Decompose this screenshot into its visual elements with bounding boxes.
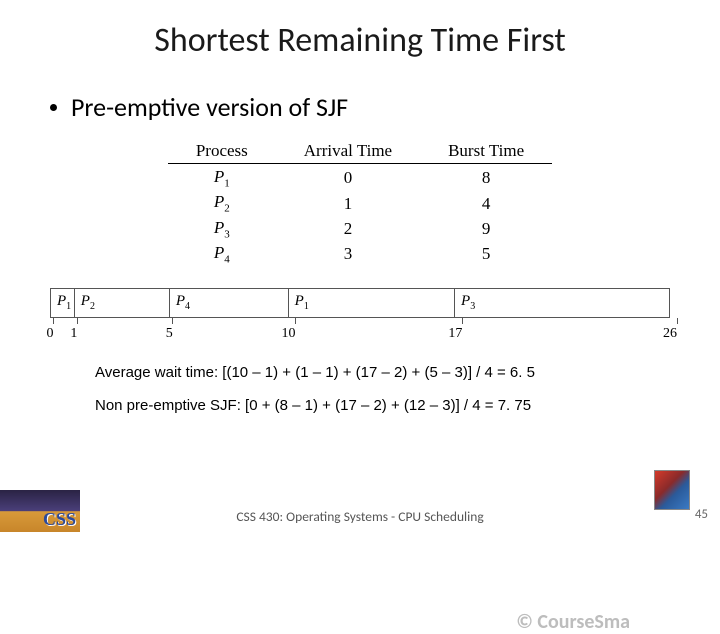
col-burst: Burst Time bbox=[420, 141, 552, 164]
gantt-tick: 1 bbox=[74, 318, 81, 340]
calculations: Average wait time: [(10 – 1) + (1 – 1) +… bbox=[0, 342, 720, 414]
table-row: P435 bbox=[168, 240, 552, 265]
table-row: P108 bbox=[168, 164, 552, 190]
table-row: P214 bbox=[168, 189, 552, 214]
gantt-tick: 26 bbox=[670, 318, 684, 340]
logo-text: CSS bbox=[43, 509, 76, 530]
process-table: Process Arrival Time Burst Time P108P214… bbox=[168, 141, 552, 266]
bullet-text: Pre-emptive version of SJF bbox=[71, 91, 348, 123]
gantt-tick: 0 bbox=[50, 318, 57, 340]
col-arrival: Arrival Time bbox=[276, 141, 420, 164]
gantt-tick: 5 bbox=[169, 318, 176, 340]
book-cover-icon bbox=[654, 470, 690, 510]
non-preemptive-line: Non pre-emptive SJF: [0 + (8 – 1) + (17 … bbox=[95, 397, 720, 414]
gantt-segment: P1 bbox=[51, 289, 75, 317]
footer-text: CSS 430: Operating Systems - CPU Schedul… bbox=[0, 492, 720, 525]
gantt-segment: P2 bbox=[75, 289, 170, 317]
uwb-logo: CSS bbox=[0, 490, 80, 532]
page-number: 45 bbox=[695, 507, 708, 522]
bullet-item: Pre-emptive version of SJF bbox=[0, 61, 720, 123]
gantt-segment: P1 bbox=[289, 289, 455, 317]
bullet-icon bbox=[50, 104, 57, 111]
gantt-chart: P1P2P4P1P3 015101726 © CourseSma bbox=[50, 288, 670, 342]
page-title: Shortest Remaining Time First bbox=[0, 0, 720, 61]
avg-wait-line: Average wait time: [(10 – 1) + (1 – 1) +… bbox=[95, 364, 720, 381]
col-process: Process bbox=[168, 141, 276, 164]
table-row: P329 bbox=[168, 215, 552, 240]
gantt-segment: P3 bbox=[455, 289, 669, 317]
footer: CSS CSS 430: Operating Systems - CPU Sch… bbox=[0, 492, 720, 532]
gantt-tick: 17 bbox=[455, 318, 469, 340]
watermark: © CourseSma bbox=[516, 610, 630, 634]
gantt-segment: P4 bbox=[170, 289, 289, 317]
gantt-tick: 10 bbox=[288, 318, 302, 340]
